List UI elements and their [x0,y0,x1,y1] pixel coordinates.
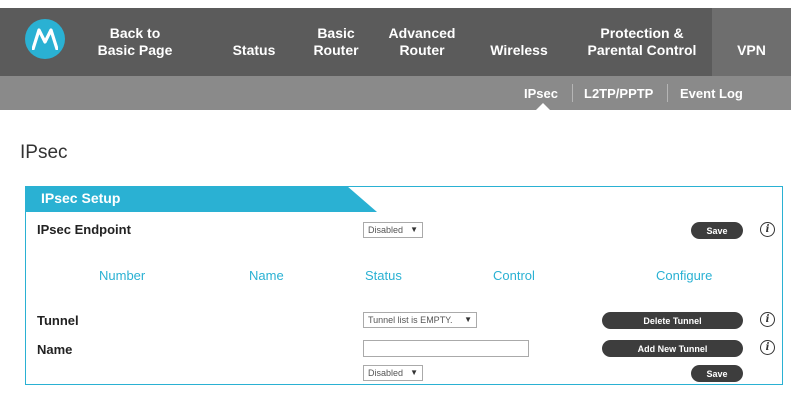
select-value: Tunnel list is EMPTY. [368,315,453,325]
subnav-divider [572,84,573,102]
nav-basic-router[interactable]: Basic Router [303,8,369,76]
nav-advanced-router[interactable]: Advanced Router [382,8,462,76]
tab-label: L2TP/PPTP [584,85,654,101]
nav-label-line1: Advanced [388,25,456,41]
column-header-configure: Configure [656,268,713,283]
select-value: Disabled [368,368,404,378]
column-header-control: Control [493,268,535,283]
page-title: IPsec [20,142,68,163]
endpoint-save-button[interactable]: Save [691,222,743,239]
nav-label-line1: Back to [109,25,161,41]
nav-wireless[interactable]: Wireless [481,8,557,76]
info-icon[interactable]: i [760,312,775,327]
nav-back-to-basic[interactable]: Back to Basic Page [96,8,174,76]
name-label: Name [37,342,73,357]
nav-label-line1: Basic [317,25,355,41]
nav-label-line2: Router [313,42,359,58]
nav-protection-parental-control[interactable]: Protection & Parental Control [577,8,707,76]
subnav-divider [667,84,668,102]
nav-status[interactable]: Status [222,8,286,76]
column-header-number: Number [99,268,146,283]
panel-title: IPsec Setup [41,190,121,206]
ipsec-endpoint-select[interactable]: Disabled ▼ [363,222,423,238]
tab-l2tp-pptp[interactable]: L2TP/PPTP [584,76,653,110]
active-tab-caret-icon [536,103,550,110]
top-nav-edge [791,8,802,76]
nav-label-line2: Basic Page [97,42,173,58]
nav-label-line2: Parental Control [587,42,697,58]
tunnel-name-input[interactable] [363,340,529,357]
tab-event-log[interactable]: Event Log [680,76,743,110]
nav-label-line1: Protection & [600,25,684,41]
ipsec-endpoint-label: IPsec Endpoint [37,222,131,237]
nav-label: VPN [737,42,766,58]
nav-label: Wireless [490,42,548,58]
tunnel-label: Tunnel [37,313,79,328]
info-icon[interactable]: i [760,340,775,355]
dropdown-arrow-icon: ▼ [410,225,418,234]
column-header-name: Name [249,268,284,283]
select-value: Disabled [368,225,404,235]
dropdown-arrow-icon: ▼ [410,368,418,377]
dropdown-arrow-icon: ▼ [464,315,472,324]
nav-label: Status [232,42,276,58]
sub-nav-bar [0,76,791,110]
info-icon[interactable]: i [760,222,775,237]
nav-label-line2: Router [399,42,445,58]
bottom-status-select[interactable]: Disabled ▼ [363,365,423,381]
bottom-save-button[interactable]: Save [691,365,743,382]
tab-label: IPsec [524,85,558,101]
tab-label: Event Log [680,85,743,101]
delete-tunnel-button[interactable]: Delete Tunnel [602,312,743,329]
motorola-logo-icon[interactable] [25,19,65,59]
tunnel-list-select[interactable]: Tunnel list is EMPTY. ▼ [363,312,477,328]
add-new-tunnel-button[interactable]: Add New Tunnel [602,340,743,357]
column-header-status: Status [365,268,402,283]
nav-vpn[interactable]: VPN [712,8,791,76]
